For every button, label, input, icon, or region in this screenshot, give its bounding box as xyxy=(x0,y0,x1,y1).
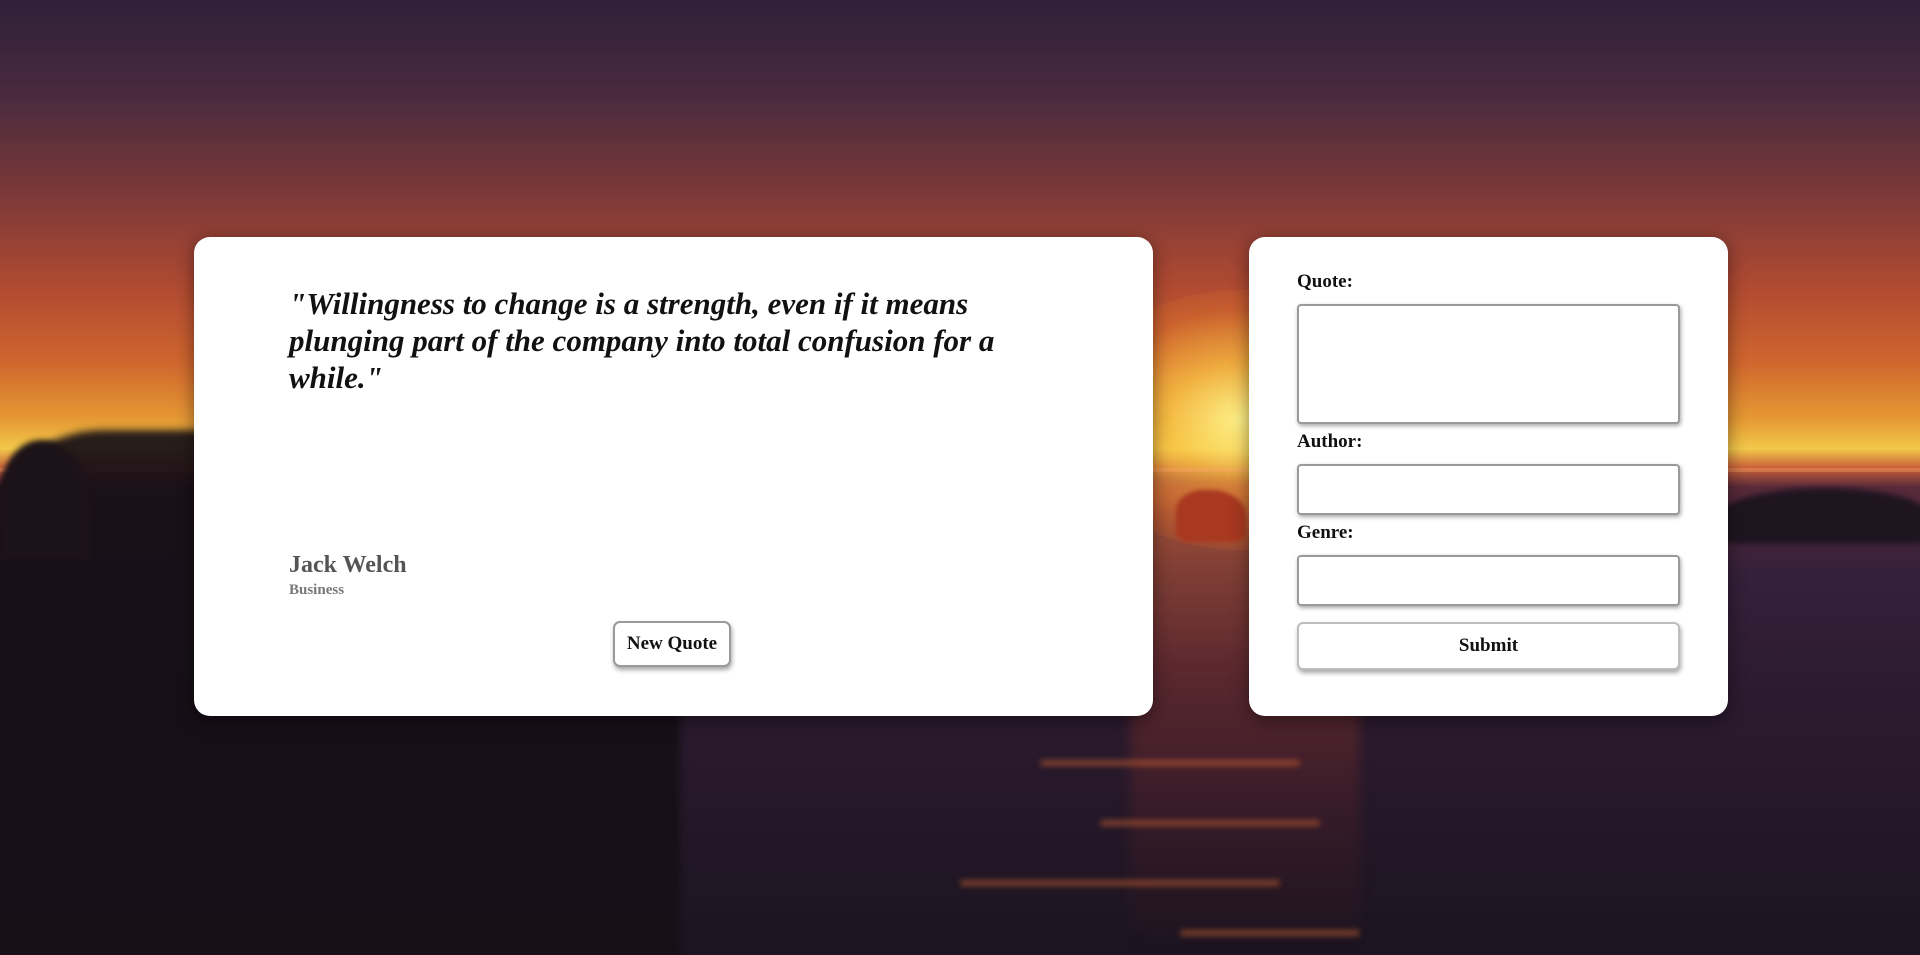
water-streak xyxy=(1100,820,1320,826)
submit-button[interactable]: Submit xyxy=(1297,622,1680,670)
new-quote-button[interactable]: New Quote xyxy=(613,621,731,667)
rock-silhouette-middle xyxy=(1176,490,1246,542)
author-field-label: Author: xyxy=(1297,431,1363,452)
add-quote-form: Quote: Author: Genre: Submit xyxy=(1249,237,1728,716)
quote-genre: Business xyxy=(289,582,345,598)
genre-input[interactable] xyxy=(1297,555,1680,606)
author-input[interactable] xyxy=(1297,464,1680,515)
water-streak xyxy=(1040,760,1300,766)
water-streak xyxy=(960,880,1280,886)
quote-author: Jack Welch xyxy=(289,552,407,578)
genre-field-label: Genre: xyxy=(1297,522,1354,543)
quote-text: "Willingness to change is a strength, ev… xyxy=(289,286,995,395)
quote-field-label: Quote: xyxy=(1297,271,1353,292)
quote-textarea[interactable] xyxy=(1297,304,1680,424)
rock-silhouette-right xyxy=(1720,488,1920,544)
quote-card: "Willingness to change is a strength, ev… xyxy=(194,237,1153,716)
water-streak xyxy=(1180,930,1360,936)
